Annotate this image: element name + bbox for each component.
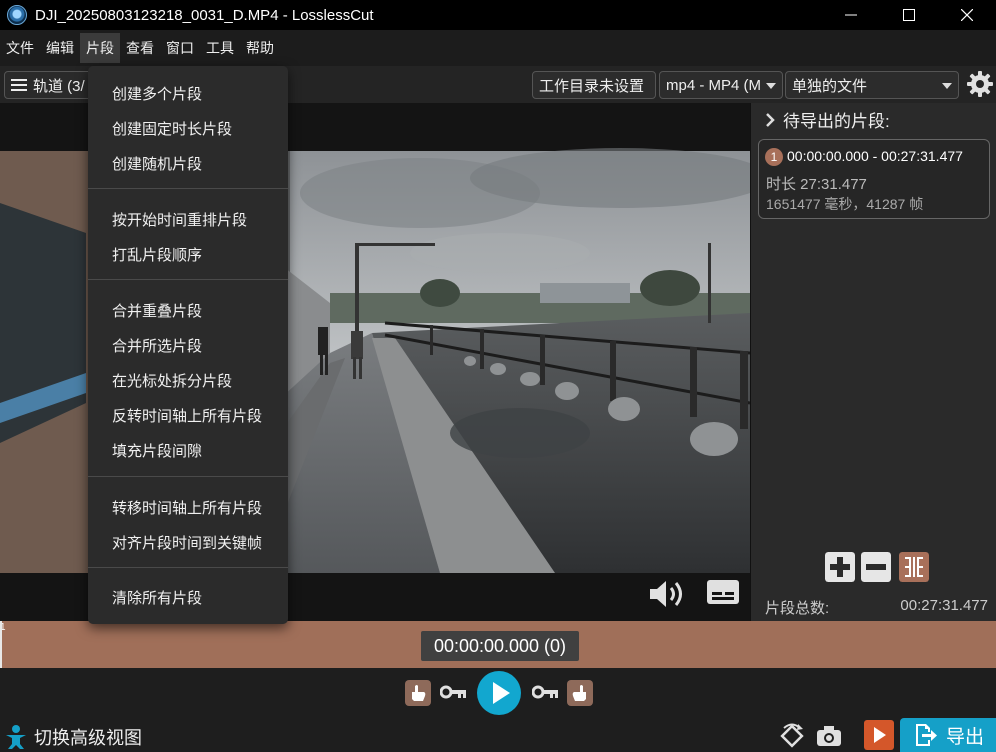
app-logo-icon	[7, 5, 27, 25]
menu-item-merge-selected[interactable]: 合并所选片段	[112, 335, 202, 356]
segment-number-badge: 1	[765, 148, 783, 166]
playback-controls: 切换高级视图 导出	[0, 668, 996, 752]
working-directory-button[interactable]: 工作目录未设置	[532, 71, 656, 99]
baby-icon	[6, 725, 26, 749]
segment-duration: 时长 27:31.477	[766, 176, 867, 193]
list-icon	[11, 79, 27, 91]
menu-item-merge-overlapping[interactable]: 合并重叠片段	[112, 300, 202, 321]
title-bar: DJI_20250803123218_0031_D.MP4 - Lossless…	[0, 0, 996, 30]
menu-separator	[88, 476, 288, 477]
output-mode-select[interactable]: 单独的文件	[785, 71, 959, 99]
timeline[interactable]: 1 00:00:00.000 (0)	[0, 621, 996, 668]
menu-separator	[88, 188, 288, 189]
segment-time-range: 00:00:00.000 - 00:27:31.477	[787, 148, 963, 164]
segments-dropdown-menu: 创建多个片段 创建固定时长片段 创建随机片段 按开始时间重排片段 打乱片段顺序 …	[88, 66, 288, 624]
format-select[interactable]: mp4 - MP4 (M	[659, 71, 783, 99]
camera-icon[interactable]	[815, 724, 843, 748]
chevron-right-icon	[766, 112, 775, 127]
tracks-button[interactable]: 轨道 (3/	[4, 71, 92, 99]
set-cut-end-icon[interactable]	[567, 680, 593, 706]
play-segments-icon[interactable]	[864, 720, 894, 750]
working-directory-label: 工作目录未设置	[539, 77, 645, 95]
minimize-button[interactable]	[822, 0, 880, 30]
segment-card[interactable]: 1 00:00:00.000 - 00:27:31.477 时长 27:31.4…	[758, 139, 990, 219]
menu-item-split-at-cursor[interactable]: 在光标处拆分片段	[112, 370, 232, 391]
export-label: 导出	[945, 726, 984, 748]
maximize-icon	[903, 9, 915, 21]
volume-icon[interactable]	[648, 578, 688, 610]
menu-item-invert-segments[interactable]: 反转时间轴上所有片段	[112, 405, 262, 426]
menu-item-reorder-by-start-time[interactable]: 按开始时间重排片段	[112, 209, 247, 230]
playhead[interactable]	[0, 621, 2, 668]
menu-item-shuffle-segments[interactable]: 打乱片段顺序	[112, 244, 202, 265]
close-icon	[961, 9, 973, 21]
format-value: mp4 - MP4 (M	[666, 76, 762, 94]
output-mode-value: 单独的文件	[792, 77, 868, 95]
menu-view[interactable]: 查看	[120, 33, 160, 63]
set-cut-start-icon[interactable]	[405, 680, 431, 706]
segments-total-value: 00:27:31.477	[900, 597, 988, 614]
export-icon	[915, 724, 937, 746]
segment-frames: 1651477 毫秒，41287 帧	[766, 196, 924, 212]
menu-tools[interactable]: 工具	[200, 33, 240, 63]
gear-icon[interactable]	[966, 70, 994, 98]
menu-bar: 文件 编辑 片段 查看 窗口 工具 帮助	[0, 30, 996, 66]
segments-panel: 待导出的片段: 1 00:00:00.000 - 00:27:31.477 时长…	[750, 103, 996, 621]
remove-segment-icon[interactable]	[861, 552, 891, 582]
advanced-view-label: 切换高级视图	[34, 728, 142, 748]
menu-item-shift-all-segments[interactable]: 转移时间轴上所有片段	[112, 497, 262, 518]
menu-help[interactable]: 帮助	[240, 33, 280, 63]
menu-window[interactable]: 窗口	[160, 33, 200, 63]
key-icon[interactable]	[532, 684, 560, 700]
split-segment-icon[interactable]	[899, 552, 929, 582]
menu-item-clear-all-segments[interactable]: 清除所有片段	[112, 587, 202, 608]
menu-separator	[88, 279, 288, 280]
menu-file[interactable]: 文件	[0, 33, 40, 63]
segments-panel-header[interactable]: 待导出的片段:	[765, 107, 890, 132]
subtitles-icon[interactable]	[706, 577, 740, 607]
rotate-icon[interactable]	[778, 722, 806, 750]
add-segment-icon[interactable]	[825, 552, 855, 582]
menu-edit[interactable]: 编辑	[40, 33, 80, 63]
close-button[interactable]	[938, 0, 996, 30]
play-button[interactable]	[477, 671, 521, 715]
menu-separator	[88, 567, 288, 568]
menu-item-create-fixed-duration-segments[interactable]: 创建固定时长片段	[112, 118, 232, 139]
segments-panel-title: 待导出的片段:	[783, 112, 890, 131]
chevron-down-icon	[942, 83, 952, 89]
play-icon	[493, 682, 510, 704]
key-icon[interactable]	[440, 684, 468, 700]
menu-segments[interactable]: 片段	[80, 33, 120, 63]
export-button[interactable]: 导出	[900, 718, 996, 752]
menu-item-fill-gaps[interactable]: 填充片段间隙	[112, 440, 202, 461]
maximize-button[interactable]	[880, 0, 938, 30]
tracks-label: 轨道 (3/	[33, 77, 85, 95]
chevron-down-icon	[766, 83, 776, 89]
minimize-icon	[845, 14, 857, 16]
menu-item-align-to-keyframes[interactable]: 对齐片段时间到关键帧	[112, 532, 262, 553]
segments-total-label: 片段总数:	[765, 600, 830, 617]
toggle-advanced-view-button[interactable]: 切换高级视图	[4, 724, 142, 750]
menu-item-create-random-segments[interactable]: 创建随机片段	[112, 153, 202, 174]
current-time-display[interactable]: 00:00:00.000 (0)	[421, 631, 579, 661]
window-title: DJI_20250803123218_0031_D.MP4 - Lossless…	[35, 6, 374, 24]
menu-item-create-multiple-segments[interactable]: 创建多个片段	[112, 83, 202, 104]
